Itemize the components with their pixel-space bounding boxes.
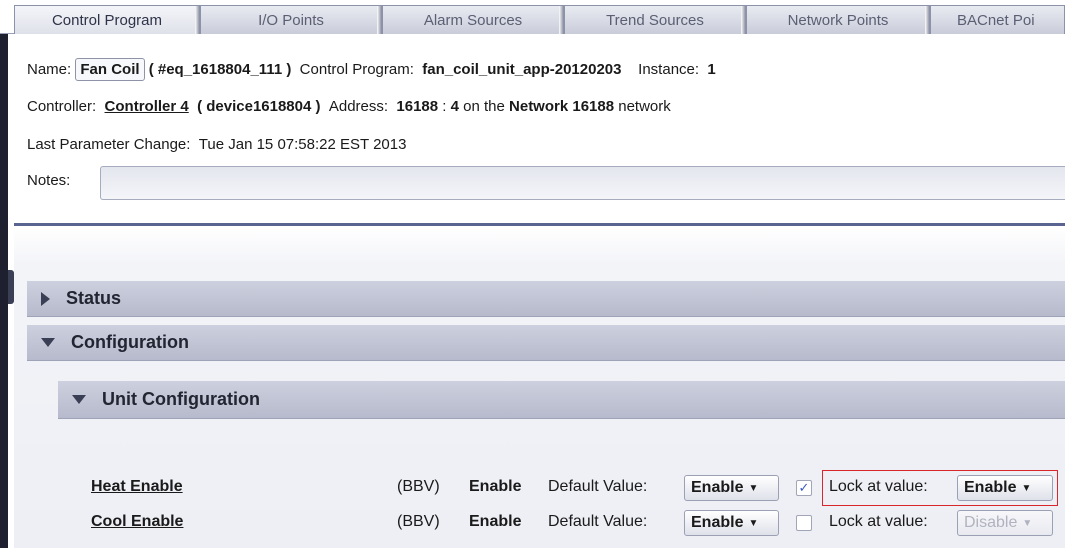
last-change-row: Last Parameter Change: Tue Jan 15 07:58:…: [27, 136, 406, 153]
lock-at-value-label: Lock at value:: [829, 513, 928, 530]
control-program-label: Control Program:: [299, 61, 414, 78]
tab-bacnet-points[interactable]: BACnet Poi: [930, 5, 1065, 34]
name-label: Name:: [27, 61, 72, 78]
section-configuration-title: Configuration: [71, 332, 189, 352]
controller-link[interactable]: Controller 4: [105, 98, 189, 115]
param-type: (BBV): [397, 478, 440, 495]
default-value-select[interactable]: Enable ▼: [684, 475, 779, 501]
caret-down-icon: ▼: [1021, 482, 1032, 494]
last-change-label: Last Parameter Change:: [27, 136, 191, 153]
tab-bar: Control Program I/O Points Alarm Sources…: [0, 0, 1065, 34]
lock-value-select[interactable]: Enable ▼: [957, 475, 1053, 501]
tab-trend-sources[interactable]: Trend Sources: [564, 5, 746, 34]
address-network-number: 16188: [396, 98, 439, 115]
address-node: 4: [450, 98, 459, 115]
default-value-label: Default Value:: [548, 478, 648, 495]
name-row: Name: Fan Coil ( #eq_1618804_111 ) Contr…: [27, 58, 716, 81]
address-label: Address:: [328, 98, 389, 115]
address-separator: :: [438, 98, 451, 115]
control-program-value: fan_coil_unit_app-20120203: [422, 61, 622, 78]
notes-row: Notes:: [27, 172, 70, 189]
section-unit-configuration[interactable]: Unit Configuration: [58, 381, 1065, 419]
left-window-edge: [0, 0, 8, 548]
tab-label: Alarm Sources: [423, 11, 523, 29]
tab-network-points[interactable]: Network Points: [746, 5, 930, 34]
header-divider: [14, 223, 1065, 226]
controller-row: Controller: Controller 4 ( device1618804…: [27, 98, 671, 115]
equipment-id: ( #eq_1618804_111 ): [148, 61, 292, 78]
name-field[interactable]: Fan Coil: [75, 58, 145, 81]
triangle-down-icon: [72, 395, 86, 404]
section-status-title: Status: [66, 288, 122, 308]
on-the-text: on the: [458, 98, 510, 115]
instance-label: Instance:: [638, 61, 700, 78]
tab-label: BACnet Poi: [957, 11, 1035, 29]
caret-down-icon: ▼: [1022, 517, 1033, 529]
tab-alarm-sources[interactable]: Alarm Sources: [382, 5, 564, 34]
main-content: Name: Fan Coil ( #eq_1618804_111 ) Contr…: [14, 35, 1065, 548]
tab-label: Control Program: [51, 11, 163, 29]
notes-input[interactable]: [100, 166, 1065, 200]
param-value: Enable: [469, 513, 522, 530]
select-value: Enable: [691, 514, 744, 531]
triangle-right-icon: [41, 291, 50, 306]
param-type: (BBV): [397, 513, 440, 530]
select-value: Enable: [964, 479, 1017, 496]
caret-down-icon: ▼: [748, 517, 759, 529]
lock-checkbox[interactable]: ✓: [796, 480, 812, 496]
last-change-value: Tue Jan 15 07:58:22 EST 2013: [198, 136, 407, 153]
tab-label: Trend Sources: [606, 11, 704, 29]
notes-label: Notes:: [27, 172, 71, 189]
network-suffix: network: [614, 98, 671, 115]
param-row-heat-enable: Heat Enable (BBV) Enable Default Value: …: [14, 470, 1065, 506]
param-name-link[interactable]: Cool Enable: [91, 513, 183, 531]
lock-value-select[interactable]: Disable ▼: [957, 510, 1053, 536]
param-value: Enable: [469, 478, 522, 495]
select-value: Enable: [691, 479, 744, 496]
section-status[interactable]: Status: [27, 281, 1065, 317]
select-value: Disable: [964, 514, 1018, 531]
device-id: ( device1618804 ): [197, 98, 321, 115]
param-row-cool-enable: Cool Enable (BBV) Enable Default Value: …: [14, 510, 1065, 536]
controller-label: Controller:: [27, 98, 97, 115]
default-value-select[interactable]: Enable ▼: [684, 510, 779, 536]
section-unit-configuration-title: Unit Configuration: [102, 389, 260, 409]
default-value-label: Default Value:: [548, 513, 648, 530]
tab-label: Network Points: [787, 11, 889, 29]
checkmark-icon: ✓: [798, 480, 810, 495]
tab-control-program[interactable]: Control Program: [14, 5, 200, 34]
triangle-down-icon: [41, 338, 55, 347]
section-configuration[interactable]: Configuration: [27, 325, 1065, 361]
network-name: Network 16188: [509, 98, 615, 115]
instance-value: 1: [707, 61, 716, 78]
caret-down-icon: ▼: [748, 482, 759, 494]
lock-checkbox[interactable]: [796, 515, 812, 531]
tab-label: I/O Points: [258, 11, 324, 29]
param-name-link[interactable]: Heat Enable: [91, 478, 183, 496]
tab-io-points[interactable]: I/O Points: [200, 5, 382, 34]
lock-at-value-label: Lock at value:: [829, 478, 928, 495]
